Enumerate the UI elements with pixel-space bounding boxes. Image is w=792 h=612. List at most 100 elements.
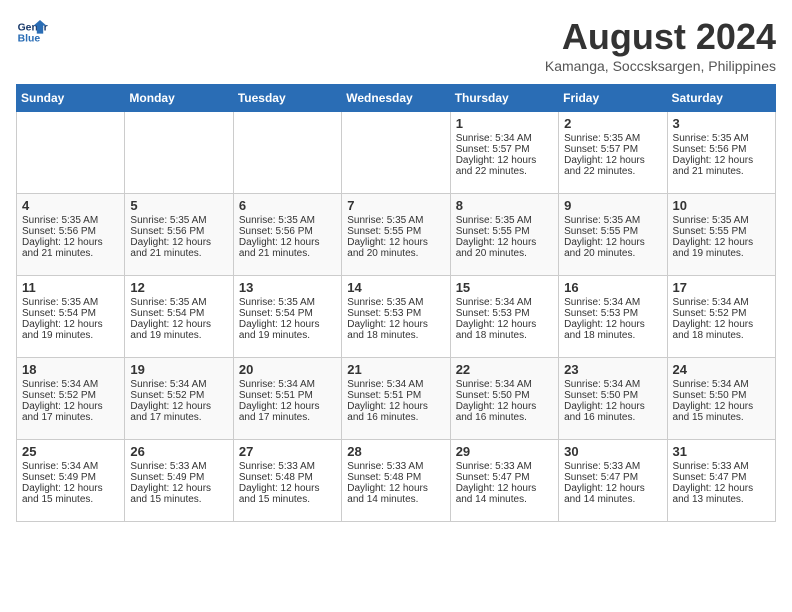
sunset-text: Sunset: 5:47 PM xyxy=(456,472,553,483)
sunset-text: Sunset: 5:53 PM xyxy=(564,308,661,319)
day-number: 15 xyxy=(456,280,553,295)
sunset-text: Sunset: 5:51 PM xyxy=(239,390,336,401)
calendar-header-row: SundayMondayTuesdayWednesdayThursdayFrid… xyxy=(17,85,776,112)
sunset-text: Sunset: 5:54 PM xyxy=(22,308,119,319)
day-number: 25 xyxy=(22,444,119,459)
sunrise-text: Sunrise: 5:35 AM xyxy=(239,297,336,308)
daylight-text: Daylight: 12 hours and 22 minutes. xyxy=(456,155,553,177)
calendar-cell: 14Sunrise: 5:35 AMSunset: 5:53 PMDayligh… xyxy=(342,276,450,358)
month-title: August 2024 xyxy=(545,16,776,58)
daylight-text: Daylight: 12 hours and 19 minutes. xyxy=(130,319,227,341)
logo: General Blue xyxy=(16,16,48,48)
sunrise-text: Sunrise: 5:34 AM xyxy=(673,297,770,308)
daylight-text: Daylight: 12 hours and 19 minutes. xyxy=(22,319,119,341)
sunrise-text: Sunrise: 5:35 AM xyxy=(347,297,444,308)
calendar-cell: 21Sunrise: 5:34 AMSunset: 5:51 PMDayligh… xyxy=(342,358,450,440)
sunrise-text: Sunrise: 5:33 AM xyxy=(456,461,553,472)
calendar-cell: 4Sunrise: 5:35 AMSunset: 5:56 PMDaylight… xyxy=(17,194,125,276)
calendar-cell: 26Sunrise: 5:33 AMSunset: 5:49 PMDayligh… xyxy=(125,440,233,522)
calendar-week-1: 1Sunrise: 5:34 AMSunset: 5:57 PMDaylight… xyxy=(17,112,776,194)
sunset-text: Sunset: 5:53 PM xyxy=(347,308,444,319)
calendar-cell: 1 Sunrise: 5:34 AMSunset: 5:57 PMDaylight… xyxy=(450,112,558,194)
daylight-text: Daylight: 12 hours and 15 minutes. xyxy=(239,483,336,505)
calendar-cell: 28Sunrise: 5:33 AMSunset: 5:48 PMDayligh… xyxy=(342,440,450,522)
day-number: 6 xyxy=(239,198,336,213)
sunset-text: Sunset: 5:49 PM xyxy=(130,472,227,483)
sunset-text: Sunset: 5:57 PM xyxy=(456,144,553,155)
sunrise-text: Sunrise: 5:33 AM xyxy=(130,461,227,472)
calendar-cell: 18Sunrise: 5:34 AMSunset: 5:52 PMDayligh… xyxy=(17,358,125,440)
sunrise-text: Sunrise: 5:33 AM xyxy=(239,461,336,472)
sunrise-text: Sunrise: 5:34 AM xyxy=(456,133,553,144)
daylight-text: Daylight: 12 hours and 21 minutes. xyxy=(130,237,227,259)
sunset-text: Sunset: 5:56 PM xyxy=(673,144,770,155)
day-number: 2 xyxy=(564,116,661,131)
day-number: 8 xyxy=(456,198,553,213)
day-number: 14 xyxy=(347,280,444,295)
sunset-text: Sunset: 5:56 PM xyxy=(130,226,227,237)
daylight-text: Daylight: 12 hours and 22 minutes. xyxy=(564,155,661,177)
sunrise-text: Sunrise: 5:35 AM xyxy=(347,215,444,226)
sunrise-text: Sunrise: 5:35 AM xyxy=(130,297,227,308)
sunrise-text: Sunrise: 5:35 AM xyxy=(673,215,770,226)
page-header: General Blue August 2024 Kamanga, Soccsk… xyxy=(16,16,776,74)
calendar-week-5: 25Sunrise: 5:34 AMSunset: 5:49 PMDayligh… xyxy=(17,440,776,522)
calendar-cell: 19Sunrise: 5:34 AMSunset: 5:52 PMDayligh… xyxy=(125,358,233,440)
sunset-text: Sunset: 5:52 PM xyxy=(130,390,227,401)
calendar-cell xyxy=(342,112,450,194)
calendar-cell: 11Sunrise: 5:35 AMSunset: 5:54 PMDayligh… xyxy=(17,276,125,358)
sunset-text: Sunset: 5:53 PM xyxy=(456,308,553,319)
daylight-text: Daylight: 12 hours and 20 minutes. xyxy=(564,237,661,259)
day-number: 21 xyxy=(347,362,444,377)
calendar-cell: 25Sunrise: 5:34 AMSunset: 5:49 PMDayligh… xyxy=(17,440,125,522)
sunrise-text: Sunrise: 5:35 AM xyxy=(456,215,553,226)
sunrise-text: Sunrise: 5:34 AM xyxy=(22,461,119,472)
daylight-text: Daylight: 12 hours and 14 minutes. xyxy=(456,483,553,505)
sunrise-text: Sunrise: 5:34 AM xyxy=(673,379,770,390)
calendar-cell: 23Sunrise: 5:34 AMSunset: 5:50 PMDayligh… xyxy=(559,358,667,440)
daylight-text: Daylight: 12 hours and 17 minutes. xyxy=(239,401,336,423)
header-wednesday: Wednesday xyxy=(342,85,450,112)
daylight-text: Daylight: 12 hours and 17 minutes. xyxy=(22,401,119,423)
daylight-text: Daylight: 12 hours and 14 minutes. xyxy=(347,483,444,505)
sunrise-text: Sunrise: 5:35 AM xyxy=(564,215,661,226)
calendar-cell: 5Sunrise: 5:35 AMSunset: 5:56 PMDaylight… xyxy=(125,194,233,276)
sunset-text: Sunset: 5:48 PM xyxy=(347,472,444,483)
daylight-text: Daylight: 12 hours and 20 minutes. xyxy=(347,237,444,259)
sunrise-text: Sunrise: 5:34 AM xyxy=(564,379,661,390)
sunrise-text: Sunrise: 5:33 AM xyxy=(564,461,661,472)
sunset-text: Sunset: 5:50 PM xyxy=(564,390,661,401)
sunrise-text: Sunrise: 5:35 AM xyxy=(22,215,119,226)
calendar-cell: 16Sunrise: 5:34 AMSunset: 5:53 PMDayligh… xyxy=(559,276,667,358)
location: Kamanga, Soccsksargen, Philippines xyxy=(545,58,776,74)
sunset-text: Sunset: 5:56 PM xyxy=(239,226,336,237)
calendar-cell: 3Sunrise: 5:35 AMSunset: 5:56 PMDaylight… xyxy=(667,112,775,194)
day-number: 17 xyxy=(673,280,770,295)
daylight-text: Daylight: 12 hours and 15 minutes. xyxy=(130,483,227,505)
day-number: 1 xyxy=(456,116,553,131)
daylight-text: Daylight: 12 hours and 21 minutes. xyxy=(673,155,770,177)
sunset-text: Sunset: 5:47 PM xyxy=(564,472,661,483)
daylight-text: Daylight: 12 hours and 15 minutes. xyxy=(673,401,770,423)
calendar-cell xyxy=(233,112,341,194)
day-number: 16 xyxy=(564,280,661,295)
calendar-cell: 15Sunrise: 5:34 AMSunset: 5:53 PMDayligh… xyxy=(450,276,558,358)
header-thursday: Thursday xyxy=(450,85,558,112)
daylight-text: Daylight: 12 hours and 17 minutes. xyxy=(130,401,227,423)
calendar-cell: 30Sunrise: 5:33 AMSunset: 5:47 PMDayligh… xyxy=(559,440,667,522)
sunset-text: Sunset: 5:49 PM xyxy=(22,472,119,483)
daylight-text: Daylight: 12 hours and 16 minutes. xyxy=(347,401,444,423)
day-number: 20 xyxy=(239,362,336,377)
daylight-text: Daylight: 12 hours and 16 minutes. xyxy=(564,401,661,423)
calendar-cell: 13Sunrise: 5:35 AMSunset: 5:54 PMDayligh… xyxy=(233,276,341,358)
day-number: 4 xyxy=(22,198,119,213)
day-number: 24 xyxy=(673,362,770,377)
sunset-text: Sunset: 5:55 PM xyxy=(673,226,770,237)
header-monday: Monday xyxy=(125,85,233,112)
calendar-week-4: 18Sunrise: 5:34 AMSunset: 5:52 PMDayligh… xyxy=(17,358,776,440)
calendar-week-3: 11Sunrise: 5:35 AMSunset: 5:54 PMDayligh… xyxy=(17,276,776,358)
calendar-cell: 22Sunrise: 5:34 AMSunset: 5:50 PMDayligh… xyxy=(450,358,558,440)
day-number: 5 xyxy=(130,198,227,213)
day-number: 9 xyxy=(564,198,661,213)
calendar-cell: 12Sunrise: 5:35 AMSunset: 5:54 PMDayligh… xyxy=(125,276,233,358)
